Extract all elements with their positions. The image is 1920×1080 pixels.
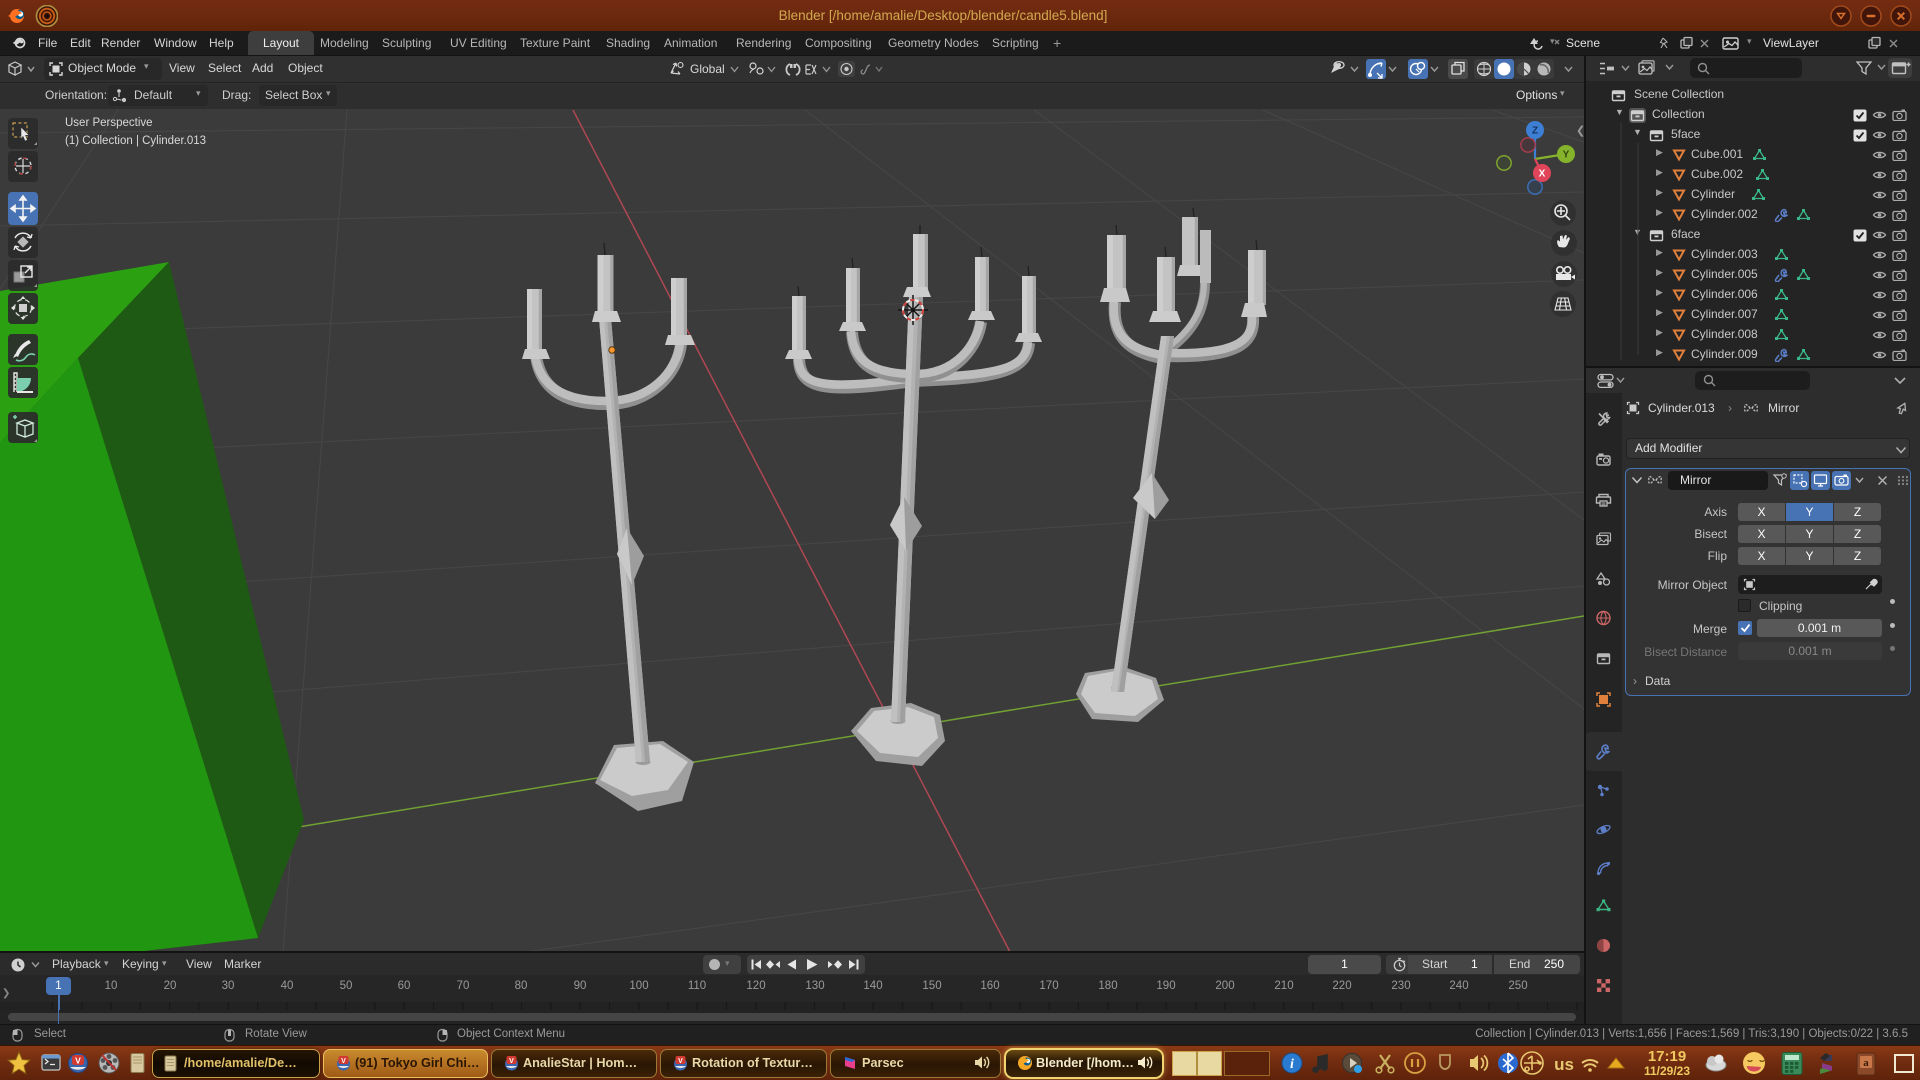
svg-text:V: V <box>509 1058 514 1065</box>
svg-text:Y: Y <box>1563 150 1570 161</box>
svg-text:i: i <box>1290 1057 1294 1072</box>
svg-text:us: us <box>1554 1055 1574 1074</box>
svg-text:X: X <box>1539 169 1546 180</box>
svg-text:V: V <box>341 1058 346 1065</box>
svg-text:V: V <box>75 1056 81 1066</box>
svg-text:Z: Z <box>1532 126 1538 137</box>
svg-text:❮: ❮ <box>1576 125 1584 137</box>
svg-text:V: V <box>678 1058 683 1065</box>
svg-text:a: a <box>1863 1057 1869 1069</box>
svg-text:Global: Global <box>690 62 725 76</box>
